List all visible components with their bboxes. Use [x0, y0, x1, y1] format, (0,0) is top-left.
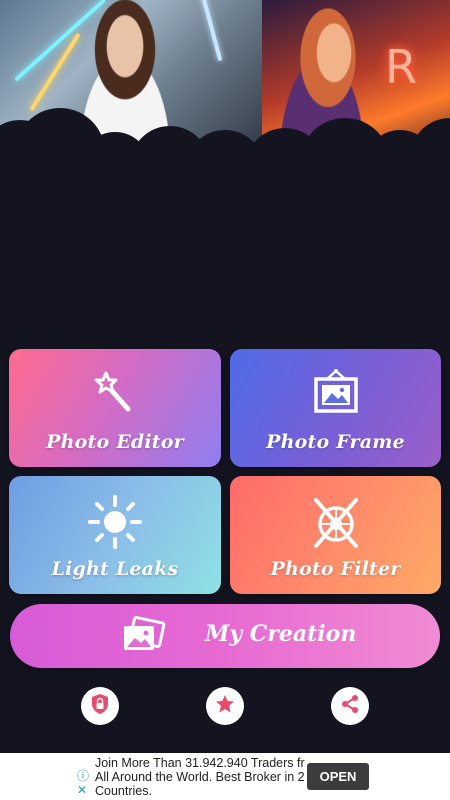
aperture-filter-icon: [308, 494, 364, 554]
rate-button[interactable]: [206, 687, 244, 725]
picture-frame-icon: [311, 367, 361, 421]
ad-text-line1: Join More Than 31.942.940 Traders fr: [95, 756, 305, 770]
magic-wand-icon: [90, 367, 140, 421]
photo-editor-label: Photo Editor: [46, 431, 184, 453]
star-icon: [215, 694, 235, 718]
privacy-button[interactable]: [81, 687, 119, 725]
my-creation-button[interactable]: My Creation: [10, 604, 440, 668]
photo-frame-label: Photo Frame: [266, 431, 405, 453]
ad-banner[interactable]: ⓘ ✕ Join More Than 31.942.940 Traders fr…: [0, 753, 450, 800]
light-leaks-label: Light Leaks: [51, 558, 179, 580]
sun-icon: [87, 494, 143, 554]
share-button[interactable]: [331, 687, 369, 725]
ad-text-line2: All Around the World. Best Broker in 2: [95, 770, 305, 784]
info-icon[interactable]: ⓘ: [77, 767, 89, 784]
privacy-shield-icon: [90, 693, 110, 719]
photo-editor-button[interactable]: Photo Editor: [9, 349, 221, 467]
share-icon: [340, 694, 360, 718]
photo-filter-label: Photo Filter: [270, 558, 401, 580]
neon-sign-text: R: [385, 40, 417, 94]
photo-frame-button[interactable]: Photo Frame: [230, 349, 441, 467]
photo-filter-button[interactable]: Photo Filter: [230, 476, 441, 594]
ad-text-line3: Countries.: [95, 784, 152, 798]
ad-text: Join More Than 31.942.940 Traders fr All…: [95, 756, 305, 798]
my-creation-label: My Creation: [205, 621, 357, 647]
ad-open-button[interactable]: OPEN: [307, 763, 369, 790]
light-leaks-button[interactable]: Light Leaks: [9, 476, 221, 594]
hero-banner: R: [0, 0, 450, 165]
close-icon[interactable]: ✕: [77, 783, 87, 797]
photo-stack-icon: [120, 614, 166, 664]
